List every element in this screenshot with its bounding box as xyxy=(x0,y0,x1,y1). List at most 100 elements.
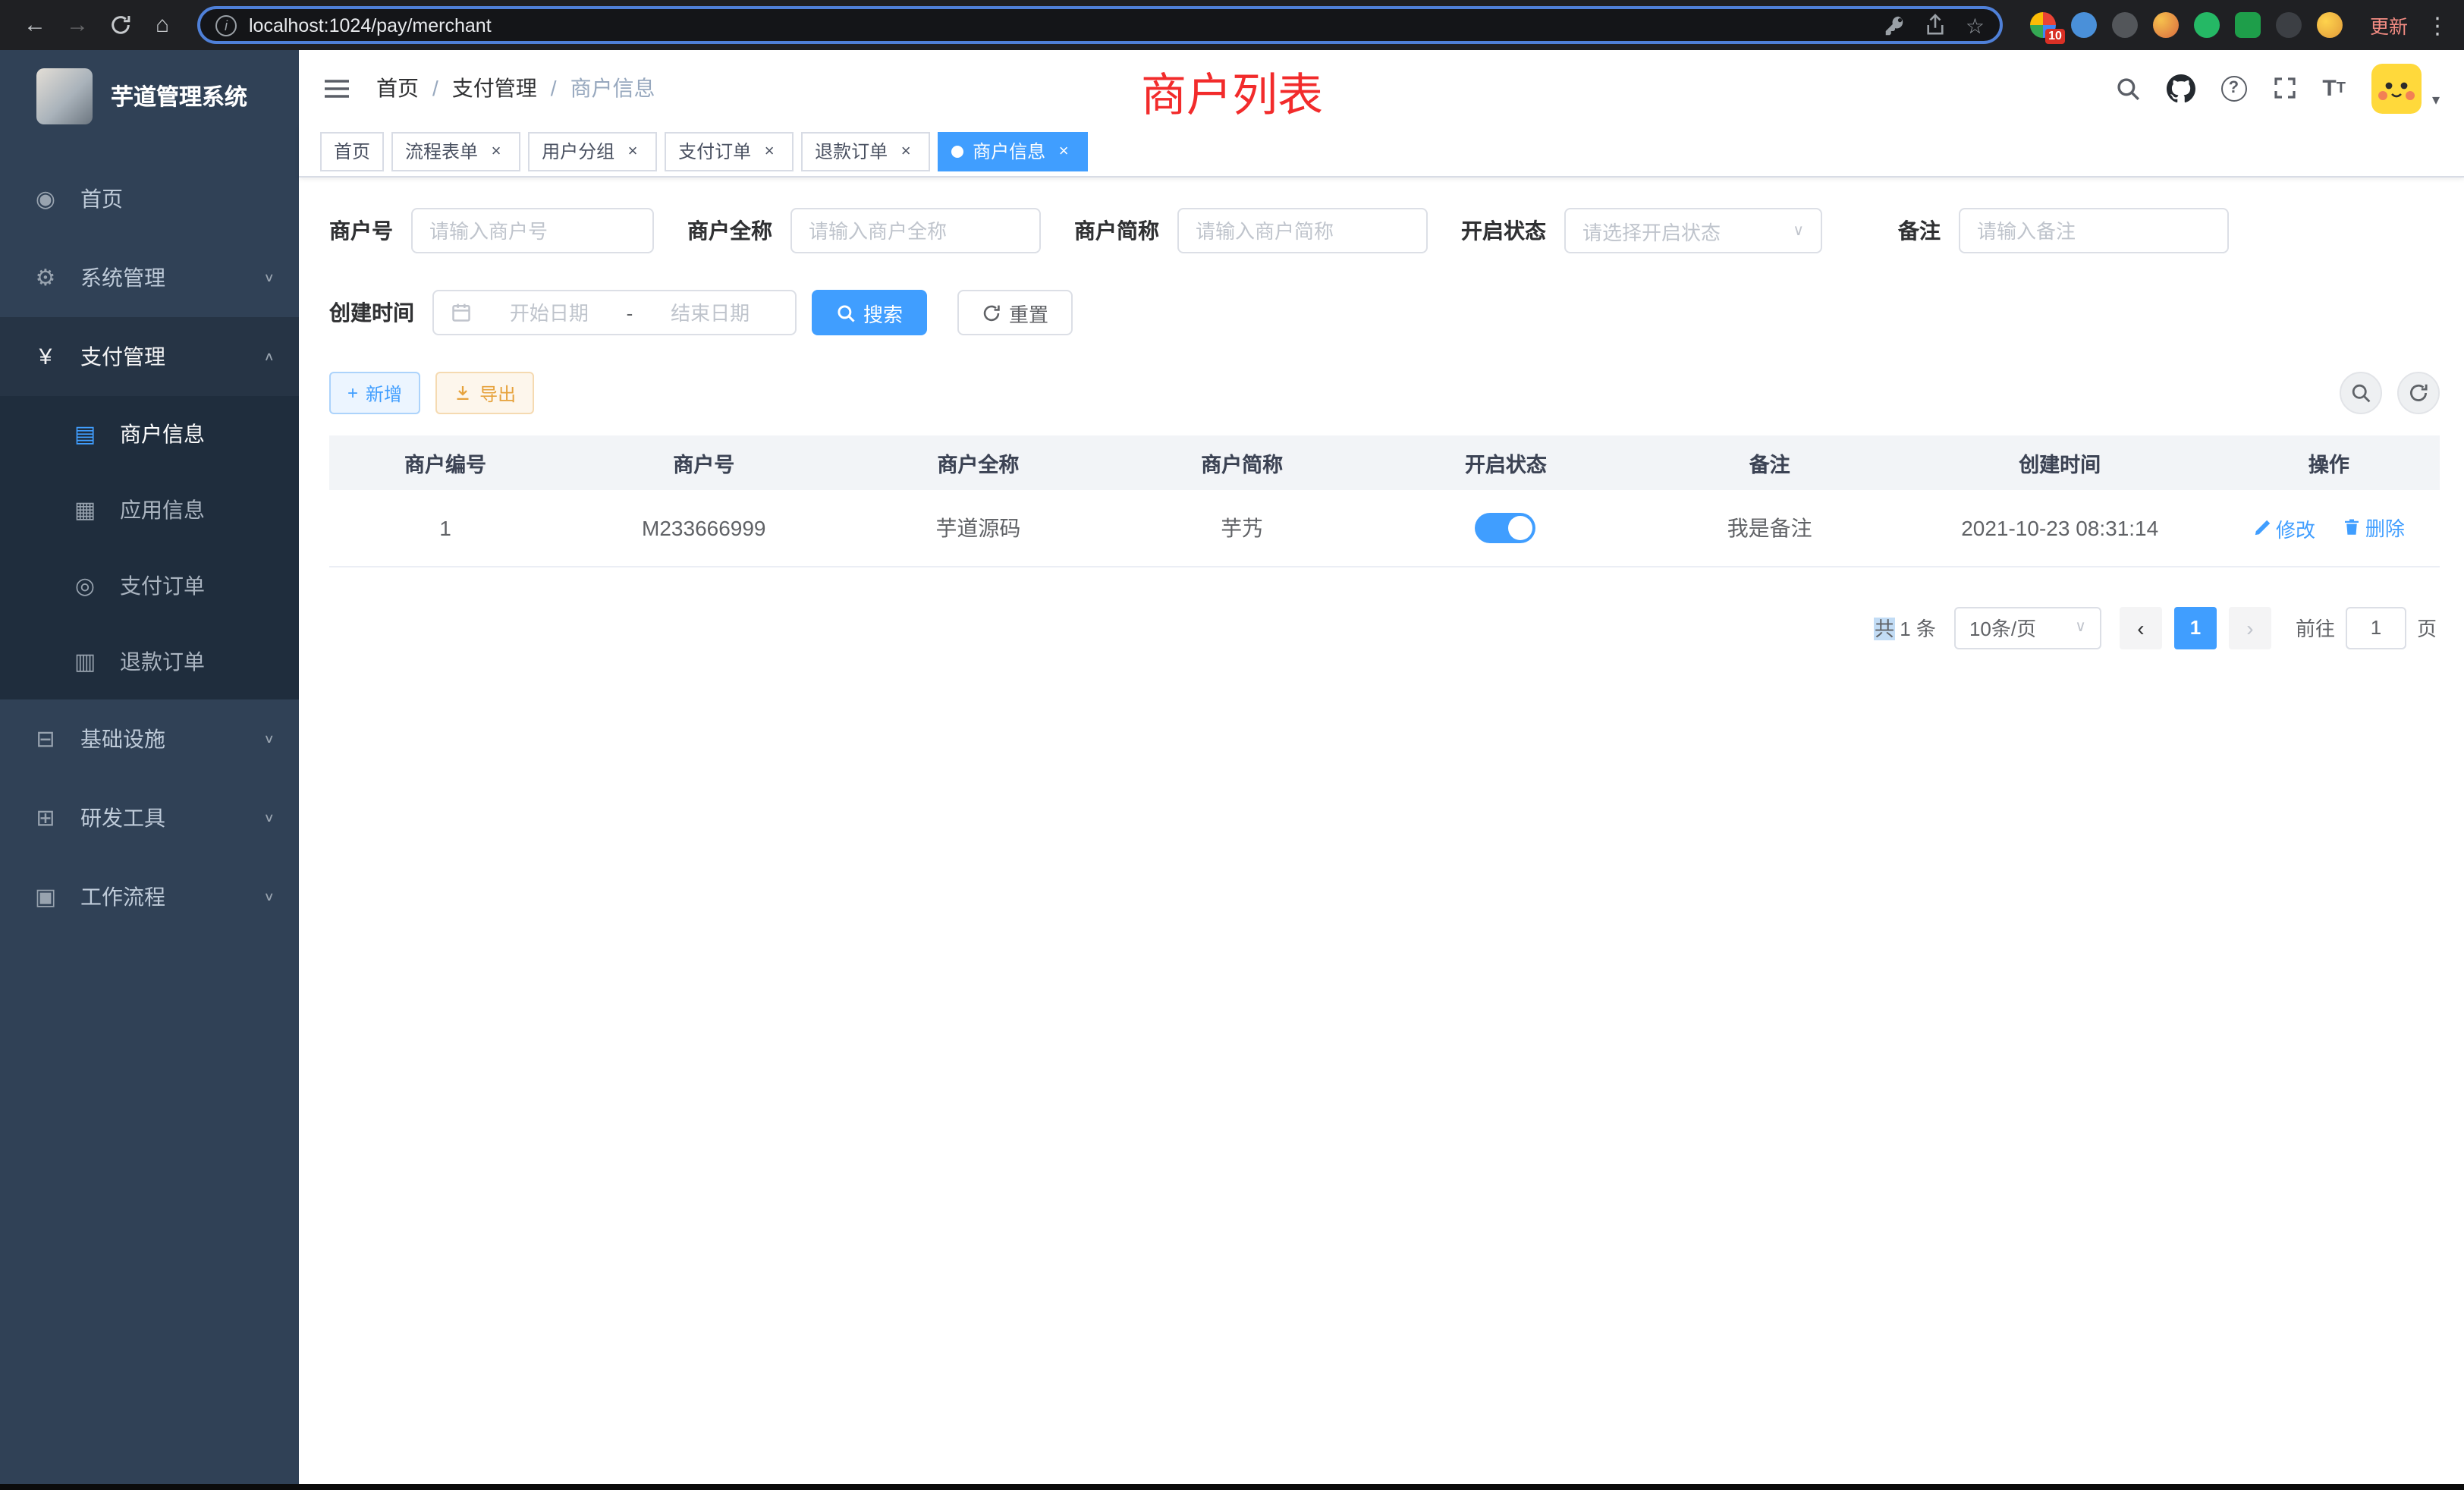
date-start-input[interactable] xyxy=(481,301,618,324)
site-info-icon[interactable]: i xyxy=(215,14,237,36)
sidebar-item-system[interactable]: ⚙ 系统管理 ∨ xyxy=(0,238,299,317)
goto-page-input[interactable] xyxy=(2346,606,2406,649)
home-button[interactable]: ⌂ xyxy=(143,5,182,45)
page-size-select[interactable]: 10条/页 ∨ xyxy=(1954,606,2101,649)
sidebar-item-merchant-info[interactable]: ▤ 商户信息 xyxy=(0,396,299,472)
active-dot-icon xyxy=(951,145,963,157)
export-button[interactable]: 导出 xyxy=(435,372,534,414)
close-icon[interactable]: × xyxy=(895,140,916,162)
goto-page: 前往 页 xyxy=(2296,606,2437,649)
short-name-input[interactable] xyxy=(1196,219,1410,242)
sidebar-item-app-info[interactable]: ▦ 应用信息 xyxy=(0,472,299,548)
extension-icon[interactable] xyxy=(2112,12,2138,38)
status-select[interactable]: 请选择开启状态 ∨ xyxy=(1564,208,1822,253)
filter-label: 商户号 xyxy=(329,215,393,246)
sidebar-item-dev-tools[interactable]: ⊞ 研发工具 ∨ xyxy=(0,778,299,857)
close-icon[interactable]: × xyxy=(759,140,780,162)
edit-button[interactable]: 修改 xyxy=(2253,514,2315,542)
delete-button[interactable]: 删除 xyxy=(2343,513,2405,542)
tab-merchant-info[interactable]: 商户信息 × xyxy=(938,131,1088,171)
sidebar-item-label: 工作流程 xyxy=(80,882,242,912)
reload-button[interactable] xyxy=(100,5,140,45)
help-icon[interactable]: ? xyxy=(2220,75,2246,101)
filter-row-1: 商户号 商户全称 商户简称 开启状态 请选择开启状态 xyxy=(329,208,2440,253)
hamburger-icon[interactable] xyxy=(323,77,350,99)
browser-menu-icon[interactable]: ⋮ xyxy=(2426,11,2449,39)
gear-icon: ⚙ xyxy=(32,264,59,291)
search-icon[interactable] xyxy=(2114,75,2140,101)
sidebar-logo[interactable]: 芋道管理系统 xyxy=(0,50,299,141)
font-size-icon[interactable]: TT xyxy=(2322,75,2346,101)
share-icon[interactable] xyxy=(1926,14,1946,36)
reset-button[interactable]: 重置 xyxy=(957,290,1073,335)
back-button[interactable]: ← xyxy=(15,5,55,45)
status-toggle[interactable] xyxy=(1476,513,1536,543)
sidebar-item-infrastructure[interactable]: ⊟ 基础设施 ∨ xyxy=(0,699,299,778)
tab-pay-order[interactable]: 支付订单 × xyxy=(665,131,794,171)
avatar-caret-icon[interactable]: ▾ xyxy=(2432,92,2440,108)
cell-merchant-no: M233666999 xyxy=(561,490,847,566)
extension-icon[interactable] xyxy=(2317,12,2343,38)
url-text: localhost:1024/pay/merchant xyxy=(249,14,1873,36)
add-button[interactable]: + 新增 xyxy=(329,372,420,414)
tab-user-group[interactable]: 用户分组 × xyxy=(528,131,657,171)
sidebar-item-pay-order[interactable]: ◎ 支付订单 xyxy=(0,548,299,624)
user-avatar[interactable] xyxy=(2371,63,2422,113)
sidebar-item-payment[interactable]: ¥ 支付管理 ∧ xyxy=(0,317,299,396)
reload-icon xyxy=(108,14,131,36)
search-button[interactable]: 搜索 xyxy=(812,290,927,335)
merchant-no-input[interactable] xyxy=(429,219,636,242)
chevron-down-icon: ∨ xyxy=(263,890,275,904)
cell-full-name: 芋道源码 xyxy=(847,490,1111,566)
extension-badge: 10 xyxy=(2045,29,2065,44)
github-icon[interactable] xyxy=(2166,74,2195,102)
chevron-down-icon: ∨ xyxy=(2075,619,2086,636)
extension-icon[interactable] xyxy=(2153,12,2179,38)
url-bar[interactable]: i localhost:1024/pay/merchant ☆ xyxy=(197,6,2003,44)
prev-page-button[interactable]: ‹ xyxy=(2120,606,2162,649)
full-name-input[interactable] xyxy=(809,219,1023,242)
bookmark-star-icon[interactable]: ☆ xyxy=(1966,14,1985,36)
close-icon[interactable]: × xyxy=(622,140,643,162)
extension-icon[interactable] xyxy=(2276,12,2302,38)
next-page-button[interactable]: › xyxy=(2229,606,2271,649)
breadcrumb-payment[interactable]: 支付管理 xyxy=(452,73,537,103)
close-icon[interactable]: × xyxy=(486,140,507,162)
extension-icon[interactable] xyxy=(2235,12,2261,38)
browser-update-button[interactable]: 更新 xyxy=(2370,11,2408,39)
tab-process-form[interactable]: 流程表单 × xyxy=(391,131,520,171)
sidebar-item-refund-order[interactable]: ▥ 退款订单 xyxy=(0,624,299,699)
tab-home[interactable]: 首页 xyxy=(320,131,384,171)
sidebar-item-label: 应用信息 xyxy=(120,495,275,525)
column-header: 开启状态 xyxy=(1374,435,1638,490)
toggle-search-button[interactable] xyxy=(2340,372,2382,414)
cell-id: 1 xyxy=(329,490,561,566)
reset-button-label: 重置 xyxy=(1009,298,1048,327)
logo-avatar xyxy=(36,68,93,124)
extension-icon[interactable] xyxy=(2194,12,2220,38)
breadcrumb-home[interactable]: 首页 xyxy=(376,73,419,103)
main-area: 首页 / 支付管理 / 商户信息 ? xyxy=(299,50,2464,1490)
sidebar-item-home[interactable]: ◉ 首页 xyxy=(0,159,299,238)
screen-bottom-edge xyxy=(0,1484,2464,1490)
sidebar-item-workflow[interactable]: ▣ 工作流程 ∨ xyxy=(0,857,299,936)
close-icon[interactable]: × xyxy=(1053,140,1074,162)
column-header: 创建时间 xyxy=(1902,435,2218,490)
refresh-button[interactable] xyxy=(2397,372,2440,414)
chevron-down-icon: ∨ xyxy=(263,271,275,284)
date-range-picker[interactable]: - xyxy=(432,290,797,335)
extension-icon[interactable] xyxy=(2071,12,2097,38)
tab-refund-order[interactable]: 退款订单 × xyxy=(801,131,930,171)
date-separator: - xyxy=(627,301,633,324)
page-number-button[interactable]: 1 xyxy=(2174,606,2217,649)
forward-button[interactable]: → xyxy=(58,5,97,45)
date-end-input[interactable] xyxy=(642,301,778,324)
filter-label: 备注 xyxy=(1898,215,1941,246)
fullscreen-icon[interactable] xyxy=(2272,76,2296,100)
font-size-small: T xyxy=(2337,80,2346,96)
toolbar-right xyxy=(2340,372,2440,414)
remark-input[interactable] xyxy=(1977,219,2211,242)
password-key-icon[interactable] xyxy=(1885,14,1906,36)
extension-icon[interactable]: 10 xyxy=(2030,12,2056,38)
search-icon xyxy=(2350,382,2371,404)
